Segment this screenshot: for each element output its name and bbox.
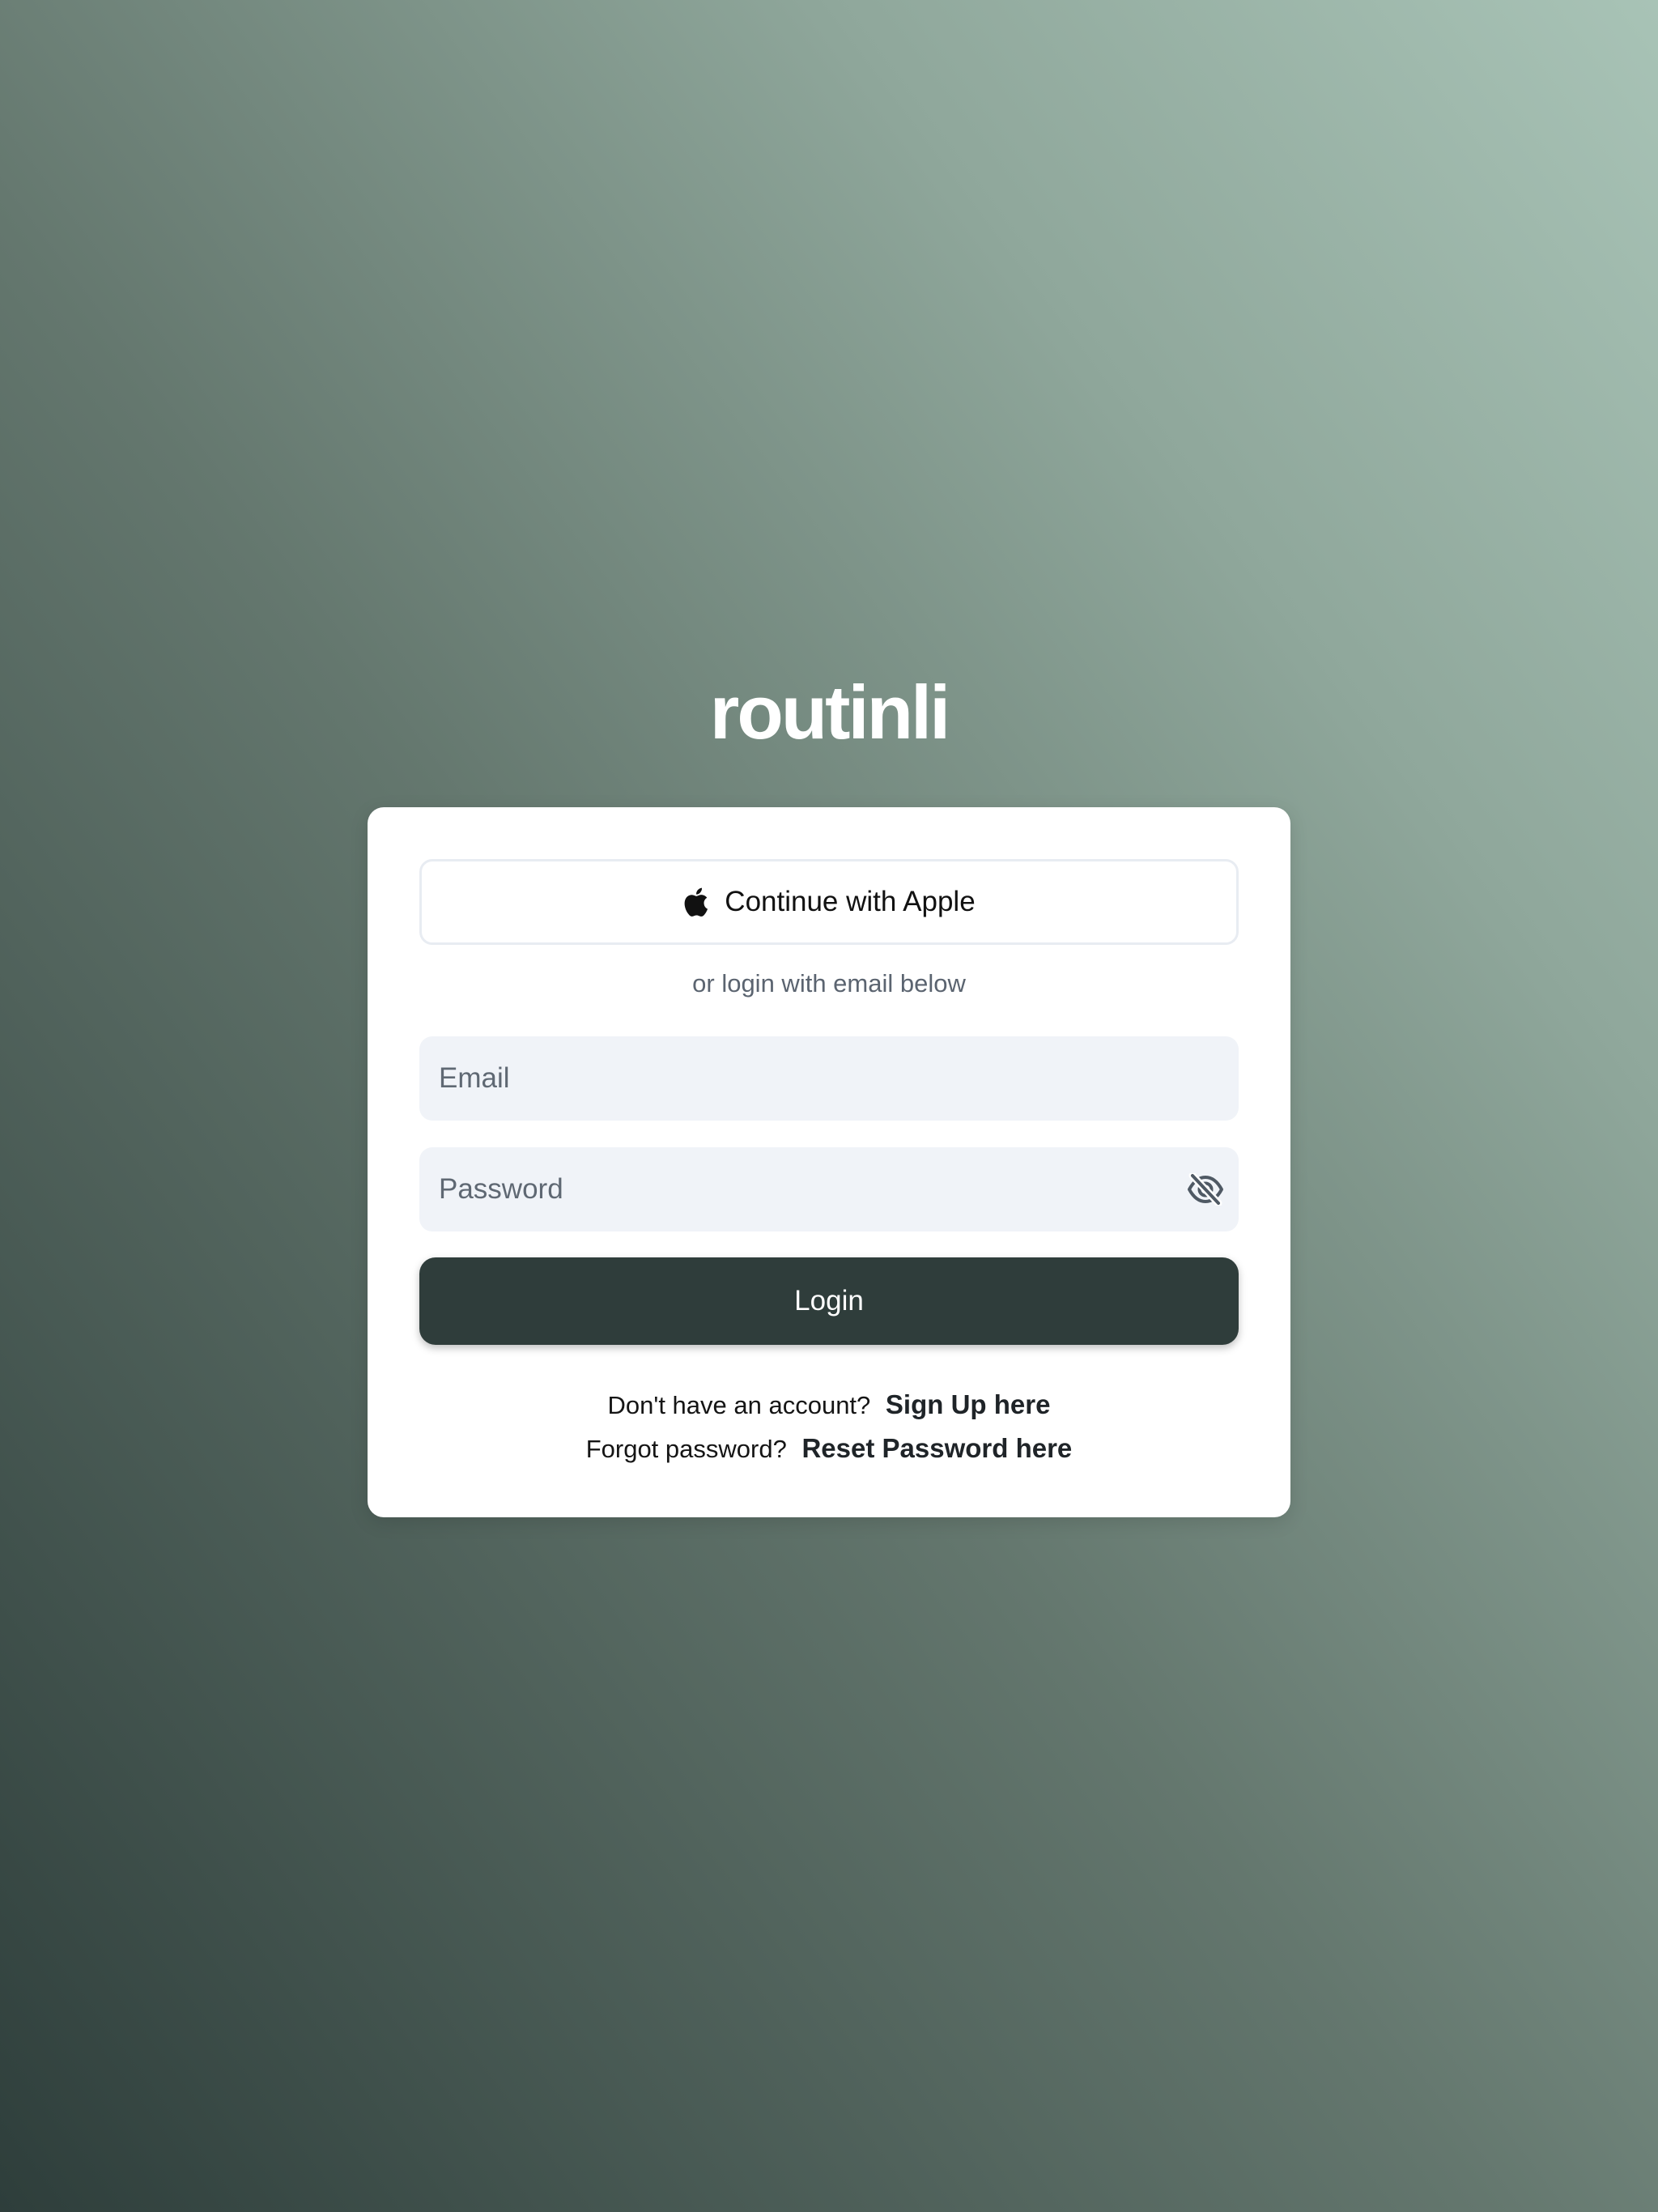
reset-password-row: Forgot password? Reset Password here (368, 1433, 1290, 1464)
login-card: Continue with Apple or login with email … (368, 807, 1290, 1517)
apple-icon (682, 886, 708, 918)
email-field[interactable] (419, 1036, 1239, 1121)
password-field[interactable] (419, 1147, 1239, 1231)
signup-prompt: Don't have an account? (607, 1391, 871, 1419)
login-button[interactable]: Login (419, 1257, 1239, 1345)
email-login-divider: or login with email below (692, 969, 966, 998)
signup-row: Don't have an account? Sign Up here (368, 1389, 1290, 1420)
continue-with-apple-button[interactable]: Continue with Apple (419, 859, 1239, 945)
reset-password-link[interactable]: Reset Password here (801, 1433, 1072, 1463)
email-field-container (419, 1036, 1239, 1121)
eye-off-icon[interactable] (1187, 1172, 1224, 1207)
reset-password-prompt: Forgot password? (585, 1435, 787, 1463)
password-field-container (419, 1147, 1239, 1231)
app-logo-text: routinli (709, 670, 951, 755)
signup-link[interactable]: Sign Up here (886, 1389, 1051, 1419)
continue-with-apple-label: Continue with Apple (725, 886, 976, 917)
